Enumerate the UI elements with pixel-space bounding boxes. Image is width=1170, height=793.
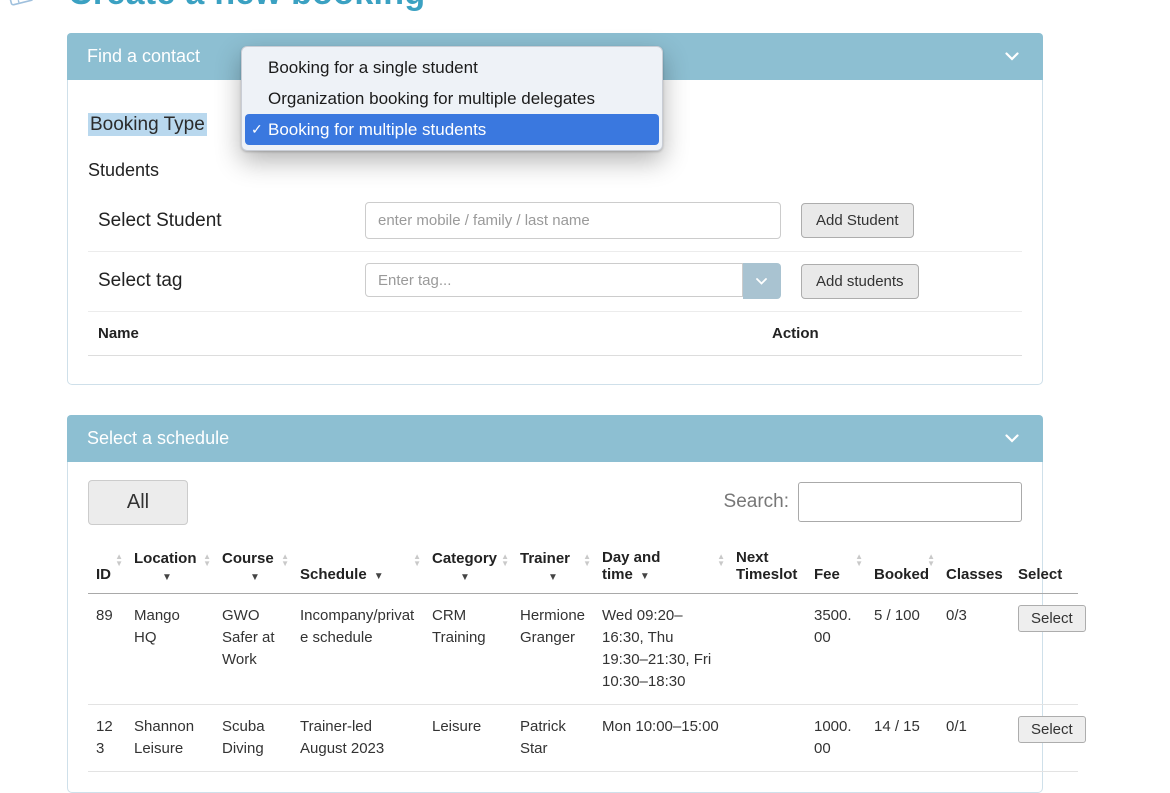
cell-schedule: Trainer-led August 2023 [292,704,424,771]
sort-icon[interactable]: ▲▼ [413,553,421,567]
filter-caret-icon[interactable]: ▼ [548,572,578,583]
cell-trainer: Patrick Star [512,704,594,771]
cell-booked: 5 / 100 [866,593,938,704]
sort-icon[interactable]: ▲▼ [717,553,725,567]
tag-select [365,263,781,299]
col-header-location[interactable]: ▲▼ Location ▼ [126,541,214,594]
booking-type-label: Booking Type [88,113,207,136]
cell-select: Select [1010,704,1078,771]
cell-location: Shannon Leisure [126,704,214,771]
chevron-down-icon[interactable] [1005,52,1019,61]
col-header-course[interactable]: ▲▼ Course ▼ [214,541,292,594]
cell-category: CRM Training [424,593,512,704]
select-tag-row: Select tag Add students [88,252,1022,312]
col-header-next-timeslot: Next Timeslot [728,541,806,594]
main-content: Create a new booking Find a contact Book… [67,0,1041,793]
dropdown-option-organization[interactable]: Organization booking for multiple delega… [245,83,659,114]
tag-input[interactable] [365,263,743,297]
cell-fee: 1000.00 [806,704,866,771]
cell-location: Mango HQ [126,593,214,704]
tag-dropdown-button[interactable] [743,263,781,299]
cell-next-timeslot [728,704,806,771]
booking-type-dropdown: Booking for a single student Organizatio… [241,46,663,151]
dropdown-option-label: Booking for a single student [268,58,478,77]
page-title: Create a new booking [68,0,1041,12]
contacts-table: Name Action [88,312,1022,364]
cell-course: GWO Safer at Work [214,593,292,704]
left-rail [0,0,67,693]
check-icon: ✓ [251,114,263,145]
select-button[interactable]: Select [1018,716,1086,743]
search-box: Search: [724,482,1022,522]
col-header-select: Select [1010,541,1078,594]
ticket-icon[interactable] [6,0,38,15]
find-contact-header-label: Find a contact [87,46,200,67]
contacts-action-header: Action [762,312,1022,356]
dropdown-option-multiple-students[interactable]: ✓ Booking for multiple students [245,114,659,145]
schedule-row: 123 Shannon Leisure Scuba Diving Trainer… [88,704,1078,771]
chevron-down-icon[interactable] [1005,434,1019,443]
filter-caret-icon[interactable]: ▼ [460,572,496,583]
select-student-row: Select Student Add Student [88,191,1022,252]
col-header-day-and-time[interactable]: ▲▼ Day and time▼ [594,541,728,594]
contacts-name-header: Name [88,312,762,356]
find-contact-panel: Find a contact Booking Type Booking for … [67,33,1043,385]
schedule-body: All Search: ▲▼ ID [68,462,1042,792]
cell-day-time: Mon 10:00–15:00 [594,704,728,771]
cell-classes: 0/3 [938,593,1010,704]
cell-booked: 14 / 15 [866,704,938,771]
add-student-button[interactable]: Add Student [801,203,914,238]
col-header-id[interactable]: ▲▼ ID [88,541,126,594]
cell-course: Scuba Diving [214,704,292,771]
schedule-header-row: ▲▼ ID ▲▼ Location ▼ ▲▼ Course ▼ [88,541,1078,594]
find-contact-body: Booking Type Booking for a single studen… [68,80,1042,384]
cell-fee: 3500.00 [806,593,866,704]
col-header-trainer[interactable]: ▲▼ Trainer ▼ [512,541,594,594]
sort-icon[interactable]: ▲▼ [203,553,211,567]
cell-id: 89 [88,593,126,704]
sort-icon[interactable]: ▲▼ [855,553,863,567]
student-search-input[interactable] [365,202,781,239]
students-heading: Students [88,160,1022,181]
schedule-toolbar: All Search: [88,480,1022,525]
sort-icon[interactable]: ▲▼ [583,553,591,567]
col-header-booked[interactable]: ▲▼ Booked [866,541,938,594]
cell-next-timeslot [728,593,806,704]
sort-icon[interactable]: ▲▼ [501,553,509,567]
cell-schedule: Incompany/private schedule [292,593,424,704]
filter-caret-icon[interactable]: ▼ [374,571,384,582]
col-header-category[interactable]: ▲▼ Category ▼ [424,541,512,594]
select-tag-label: Select tag [98,270,365,292]
dropdown-option-label: Organization booking for multiple delega… [268,89,595,108]
schedule-header-label: Select a schedule [87,428,229,449]
schedule-table: ▲▼ ID ▲▼ Location ▼ ▲▼ Course ▼ [88,541,1078,772]
schedule-row: 89 Mango HQ GWO Safer at Work Incompany/… [88,593,1078,704]
select-button[interactable]: Select [1018,605,1086,632]
cell-trainer: Hermione Granger [512,593,594,704]
search-label: Search: [724,491,789,513]
dropdown-option-label: Booking for multiple students [268,120,486,139]
cell-id: 123 [88,704,126,771]
col-header-fee[interactable]: ▲▼ Fee [806,541,866,594]
sort-icon[interactable]: ▲▼ [115,553,123,567]
cell-select: Select [1010,593,1078,704]
filter-caret-icon[interactable]: ▼ [162,572,198,583]
dropdown-option-single-student[interactable]: Booking for a single student [245,52,659,83]
col-header-schedule[interactable]: ▲▼ Schedule▼ [292,541,424,594]
cell-day-time: Wed 09:20–16:30, Thu 19:30–21:30, Fri 10… [594,593,728,704]
sort-icon[interactable]: ▲▼ [927,553,935,567]
student-form-rows: Select Student Add Student Select tag Ad… [88,191,1022,312]
schedule-header[interactable]: Select a schedule [67,415,1043,462]
filter-caret-icon[interactable]: ▼ [640,571,650,582]
cell-classes: 0/1 [938,704,1010,771]
add-students-button[interactable]: Add students [801,264,919,299]
filter-caret-icon[interactable]: ▼ [250,572,276,583]
sort-icon[interactable]: ▲▼ [281,553,289,567]
col-header-classes: Classes [938,541,1010,594]
all-filter-button[interactable]: All [88,480,188,525]
schedule-panel: Select a schedule All Search: [67,415,1043,793]
cell-category: Leisure [424,704,512,771]
select-student-label: Select Student [98,210,365,232]
search-input[interactable] [798,482,1022,522]
